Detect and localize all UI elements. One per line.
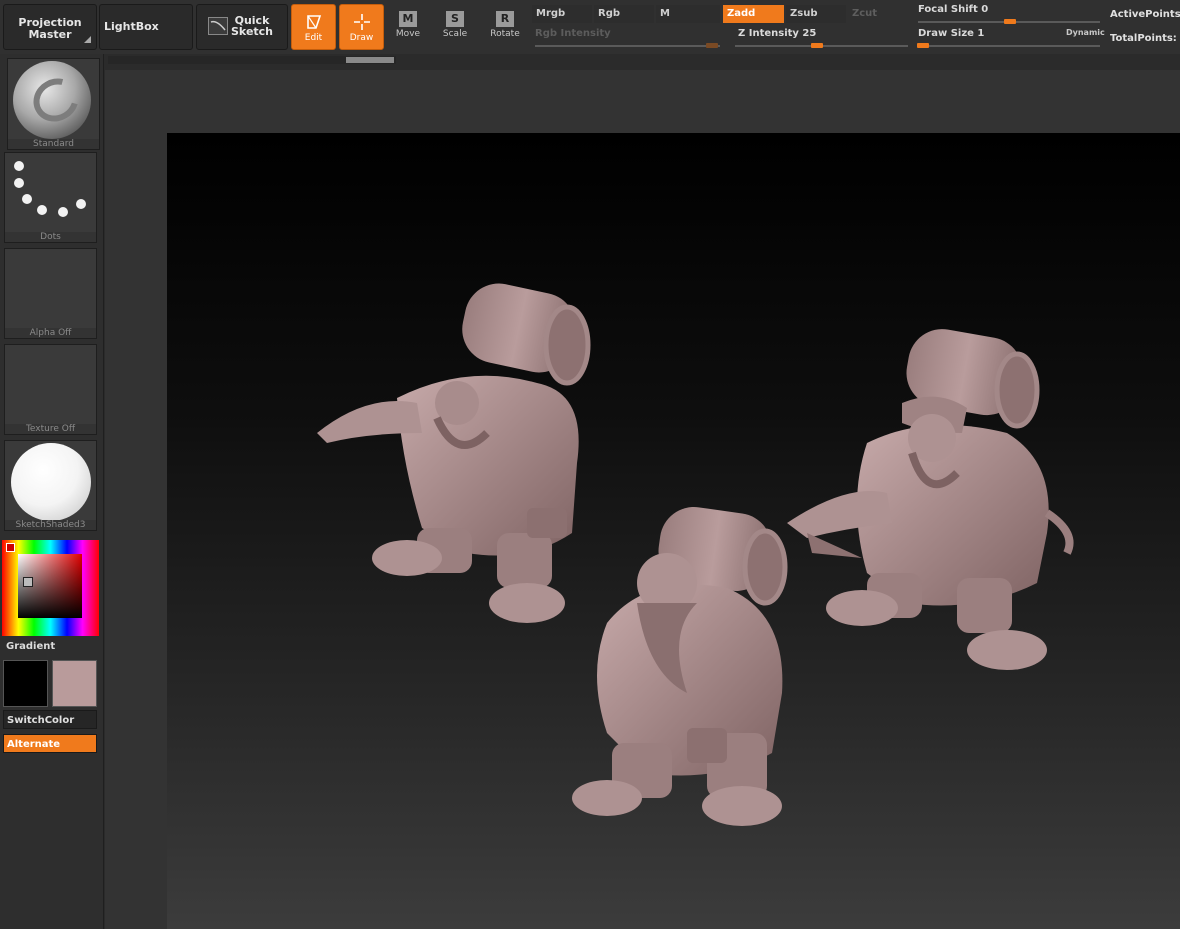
- standard-brush-icon: [13, 61, 91, 139]
- material-sphere-icon: [11, 443, 91, 521]
- texture-name: Texture Off: [5, 424, 96, 434]
- top-toolbar: Projection Master LightBox Quick Sketch …: [0, 0, 1180, 54]
- z-intensity-knob[interactable]: [811, 43, 823, 48]
- color-picker-cursor[interactable]: [23, 577, 33, 587]
- move-icon: M: [399, 11, 417, 27]
- stroke-selector[interactable]: Dots: [4, 152, 97, 243]
- sketch-icon: [208, 17, 228, 35]
- texture-selector[interactable]: Texture Off: [4, 344, 97, 435]
- edit-label: Edit: [304, 33, 323, 43]
- stroke-name: Dots: [5, 232, 96, 242]
- stroke-dot-icon: [14, 178, 24, 188]
- rgb-toggle[interactable]: Rgb: [594, 5, 654, 23]
- focal-shift-label: Focal Shift 0: [918, 4, 989, 15]
- lightbox-button[interactable]: LightBox: [99, 4, 193, 50]
- dwarf-model-left: [317, 283, 591, 623]
- total-points-readout: TotalPoints:: [1110, 33, 1177, 44]
- secondary-color-swatch[interactable]: [3, 660, 48, 707]
- dwarf-models-render: [317, 283, 1074, 826]
- rotate-icon: R: [496, 11, 514, 27]
- rotate-button[interactable]: R Rotate: [482, 6, 528, 46]
- draw-size-knob[interactable]: [917, 43, 929, 48]
- mrgb-toggle[interactable]: Mrgb: [532, 5, 592, 23]
- edit-button[interactable]: Edit: [291, 4, 336, 50]
- gradient-toggle[interactable]: Gradient: [6, 641, 55, 652]
- projection-master-button[interactable]: Projection Master: [3, 4, 97, 50]
- color-indicator-icon: [6, 543, 15, 552]
- scale-label: Scale: [442, 29, 468, 39]
- stroke-dot-icon: [58, 207, 68, 217]
- main-color-swatch[interactable]: [52, 660, 97, 707]
- zsub-toggle[interactable]: Zsub: [786, 5, 846, 23]
- dwarf-model-right: [787, 329, 1074, 670]
- focal-shift-knob[interactable]: [1004, 19, 1016, 24]
- material-name: SketchShaded3: [5, 520, 96, 530]
- color-picker[interactable]: [2, 540, 99, 636]
- m-toggle[interactable]: M: [656, 5, 720, 23]
- zadd-toggle[interactable]: Zadd: [723, 5, 784, 23]
- move-label: Move: [395, 29, 421, 39]
- draw-button[interactable]: Draw: [339, 4, 384, 50]
- rgb-intensity-slider[interactable]: [535, 45, 720, 47]
- rotate-label: Rotate: [490, 29, 520, 39]
- scale-button[interactable]: S Scale: [432, 6, 478, 46]
- rgb-intensity-knob[interactable]: [706, 43, 718, 48]
- shelf-scrollbar[interactable]: [108, 56, 396, 64]
- draw-label: Draw: [349, 33, 374, 43]
- draw-size-slider[interactable]: [918, 45, 1100, 47]
- material-selector[interactable]: SketchShaded3: [4, 440, 97, 531]
- scrollbar-thumb[interactable]: [346, 57, 394, 63]
- brush-name: Standard: [8, 139, 99, 149]
- edit-icon: [305, 13, 323, 34]
- dwarf-model-middle: [572, 506, 788, 826]
- zcut-toggle[interactable]: Zcut: [848, 5, 908, 23]
- quick-sketch-button[interactable]: Quick Sketch: [196, 4, 288, 50]
- corner-triangle-icon: [84, 36, 91, 43]
- stroke-dot-icon: [37, 205, 47, 215]
- draw-size-label: Draw Size 1: [918, 28, 985, 39]
- alternate-button[interactable]: Alternate: [3, 734, 97, 753]
- document-canvas[interactable]: [167, 133, 1180, 929]
- lightbox-label: LightBox: [104, 20, 159, 33]
- brush-selector[interactable]: Standard: [7, 58, 100, 150]
- rgb-intensity-label: Rgb Intensity: [535, 28, 611, 39]
- move-button[interactable]: M Move: [385, 6, 431, 46]
- z-intensity-label: Z Intensity 25: [738, 28, 817, 39]
- stroke-dot-icon: [14, 161, 24, 171]
- alpha-selector[interactable]: Alpha Off: [4, 248, 97, 339]
- scale-icon: S: [446, 11, 464, 27]
- projection-master-label: Projection Master: [18, 16, 82, 41]
- quick-sketch-label: Quick Sketch: [231, 14, 274, 38]
- stroke-dot-icon: [76, 199, 86, 209]
- active-points-readout: ActivePoints:: [1110, 9, 1180, 20]
- draw-crosshair-icon: [353, 13, 371, 34]
- alpha-name: Alpha Off: [5, 328, 96, 338]
- switch-color-button[interactable]: SwitchColor: [3, 710, 97, 729]
- stroke-dot-icon: [22, 194, 32, 204]
- dynamic-toggle[interactable]: Dynamic: [1066, 28, 1105, 37]
